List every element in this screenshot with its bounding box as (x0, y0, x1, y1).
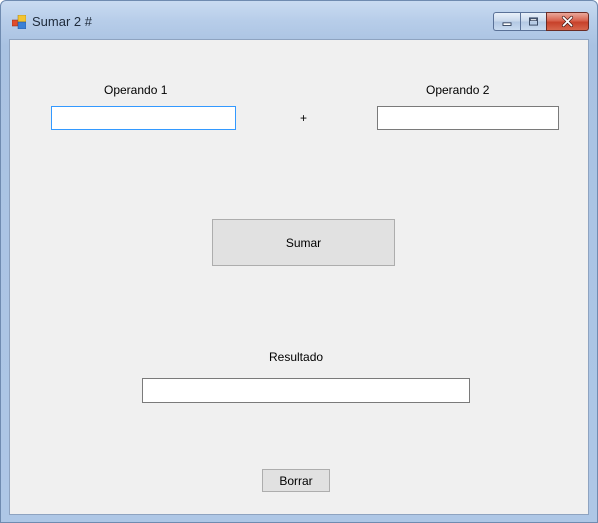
operand1-input[interactable] (51, 106, 236, 130)
app-form-icon[interactable] (11, 14, 27, 30)
form-client-area: Operando 1 + Operando 2 Sumar Resultado … (9, 39, 589, 515)
window-title: Sumar 2 # (32, 14, 92, 29)
operand2-label: Operando 2 (426, 83, 490, 97)
result-output[interactable] (142, 378, 470, 403)
close-icon (561, 15, 574, 28)
operator-label: + (300, 111, 308, 125)
caption-buttons (493, 12, 589, 33)
minimize-button[interactable] (493, 12, 520, 31)
maximize-icon (529, 17, 538, 26)
title-bar[interactable]: Sumar 2 # (1, 1, 597, 39)
operand1-label: Operando 1 (104, 83, 168, 97)
minimize-icon (502, 22, 512, 26)
sum-button[interactable]: Sumar (212, 219, 395, 266)
maximize-button[interactable] (520, 12, 546, 31)
clear-button[interactable]: Borrar (262, 469, 330, 492)
operand2-input[interactable] (377, 106, 559, 130)
app-window: Sumar 2 # Operando 1 + Operando 2 Sumar … (0, 0, 598, 523)
result-label: Resultado (269, 350, 324, 364)
close-button[interactable] (546, 12, 589, 31)
